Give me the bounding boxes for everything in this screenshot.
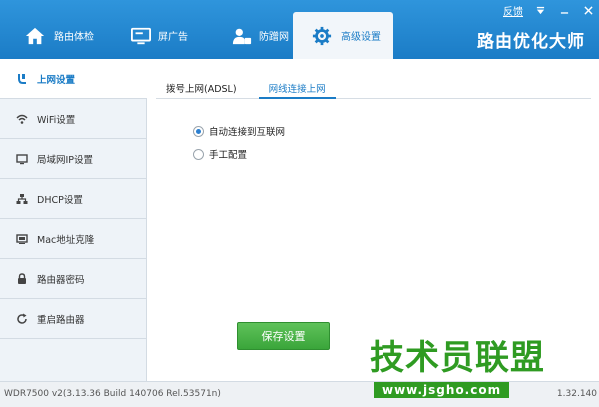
manual-radio[interactable] (193, 148, 204, 160)
nav-item-ad-block[interactable]: 屏广告 (100, 12, 195, 59)
nav-item-label: 高级设置 (341, 32, 381, 43)
restart-icon (14, 311, 30, 327)
main-nav: 路由体检 屏广告 防蹭网 高级设置 (0, 12, 393, 59)
sidebar-item-label: 上网设置 (37, 74, 76, 86)
monitor-icon (14, 151, 30, 167)
sidebar-item-label: 路由器密码 (37, 274, 85, 286)
sidebar-item-label: 局域网IP设置 (37, 154, 94, 166)
title-bar: 反馈 路由体检 屏广告 防蹭网 高级设置 路由优化大师 (0, 0, 599, 59)
plug-icon (14, 71, 30, 87)
network-icon (14, 191, 30, 207)
nav-item-label: 路由体检 (54, 32, 94, 43)
tab-adsl[interactable]: 拨号上网(ADSL) (156, 83, 247, 99)
nav-item-label: 屏广告 (158, 32, 188, 43)
sidebar-item-router-password[interactable]: 路由器密码 (0, 259, 146, 299)
tab-cable[interactable]: 网线连接上网 (258, 83, 336, 99)
sidebar-item-label: DHCP设置 (37, 194, 83, 206)
gear-icon (309, 25, 335, 47)
connection-tabs: 拨号上网(ADSL) 网线连接上网 (156, 83, 591, 99)
app-version: 1.32.140 (556, 389, 597, 399)
sidebar-item-label: WiFi设置 (37, 114, 76, 126)
nav-item-label: 防蹭网 (259, 32, 289, 43)
sidebar-item-dhcp[interactable]: DHCP设置 (0, 179, 146, 219)
sidebar-item-internet-settings[interactable]: 上网设置 (0, 59, 147, 99)
nav-item-anti-leech[interactable]: 防蹭网 (195, 12, 293, 59)
user-shield-icon (229, 25, 255, 47)
auto-connect-radio[interactable] (193, 125, 204, 137)
mac-icon (14, 231, 30, 247)
sidebar-item-mac-clone[interactable]: Mac地址克隆 (0, 219, 146, 259)
auto-connect-label: 自动连接到互联网 (209, 127, 286, 138)
watermark-text: 技术员联盟 (370, 338, 545, 378)
lock-icon (14, 271, 30, 287)
window-controls: 反馈 (503, 3, 595, 18)
home-icon (22, 25, 48, 47)
sidebar-item-label: Mac地址克隆 (37, 234, 95, 246)
manual-label: 手工配置 (209, 150, 248, 161)
save-button[interactable]: 保存设置 (237, 322, 330, 350)
nav-item-health-check[interactable]: 路由体检 (0, 12, 100, 59)
close-icon[interactable] (581, 5, 595, 17)
nav-item-advanced-settings[interactable]: 高级设置 (293, 12, 393, 59)
menu-dropdown-icon[interactable] (533, 5, 547, 17)
sidebar-item-wifi[interactable]: WiFi设置 (0, 99, 146, 139)
watermark-logo: 技术员联盟 www.jsgho.com (370, 338, 560, 398)
feedback-link[interactable]: 反馈 (503, 3, 523, 18)
sidebar: 上网设置 WiFi设置 局域网IP设置 DHCP设置 Mac地址克隆 路由器密码 (0, 59, 147, 381)
option-manual[interactable]: 手工配置 (193, 147, 247, 161)
app-brand-title: 路由优化大师 (477, 32, 585, 52)
wifi-icon (14, 111, 30, 127)
sidebar-item-lan-ip[interactable]: 局域网IP设置 (0, 139, 146, 179)
minimize-icon[interactable] (557, 5, 571, 17)
option-auto-connect[interactable]: 自动连接到互联网 (193, 124, 285, 138)
sidebar-item-restart-router[interactable]: 重启路由器 (0, 299, 146, 339)
firmware-version: WDR7500 v2(3.13.36 Build 140706 Rel.5357… (4, 389, 221, 399)
screen-icon (128, 25, 154, 47)
sidebar-item-label: 重启路由器 (37, 314, 85, 326)
main-content: 拨号上网(ADSL) 网线连接上网 自动连接到互联网 手工配置 保存设置 (148, 59, 599, 381)
watermark-url: www.jsgho.com (374, 382, 510, 398)
